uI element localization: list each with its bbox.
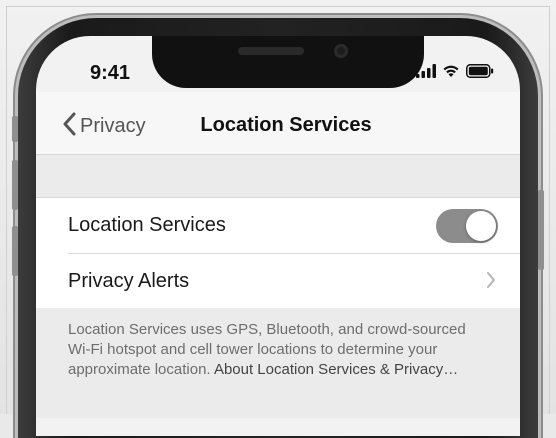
settings-list: Location Services Privacy Alerts	[36, 197, 520, 309]
battery-icon	[466, 63, 494, 83]
status-time: 9:41	[90, 62, 131, 84]
location-services-row: Location Services	[36, 198, 520, 253]
notch	[152, 36, 424, 88]
section-spacer	[36, 155, 520, 197]
location-services-label: Location Services	[68, 214, 226, 236]
phone-side-button-left-mid	[12, 160, 18, 210]
page-title: Location Services	[200, 114, 372, 136]
phone-side-button-right	[538, 190, 544, 270]
chevron-right-icon	[486, 271, 496, 294]
privacy-alerts-label: Privacy Alerts	[68, 269, 190, 292]
footer-description: Location Services uses GPS, Bluetooth, a…	[68, 320, 488, 380]
phone-side-button-left-top	[12, 116, 18, 142]
earpiece-speaker	[238, 47, 304, 55]
privacy-alerts-row[interactable]: Privacy Alerts	[36, 253, 520, 308]
footer-section: Location Services uses GPS, Bluetooth, a…	[36, 308, 520, 418]
status-icons	[416, 63, 494, 83]
wifi-icon	[442, 64, 460, 83]
about-location-privacy-link[interactable]: About Location Services & Privacy…	[214, 361, 458, 378]
location-services-toggle[interactable]	[436, 209, 498, 243]
navigation-bar: Privacy Location Services	[36, 92, 520, 155]
front-camera	[334, 44, 348, 58]
toggle-knob	[466, 211, 496, 241]
phone-side-button-left-bottom	[12, 226, 18, 276]
